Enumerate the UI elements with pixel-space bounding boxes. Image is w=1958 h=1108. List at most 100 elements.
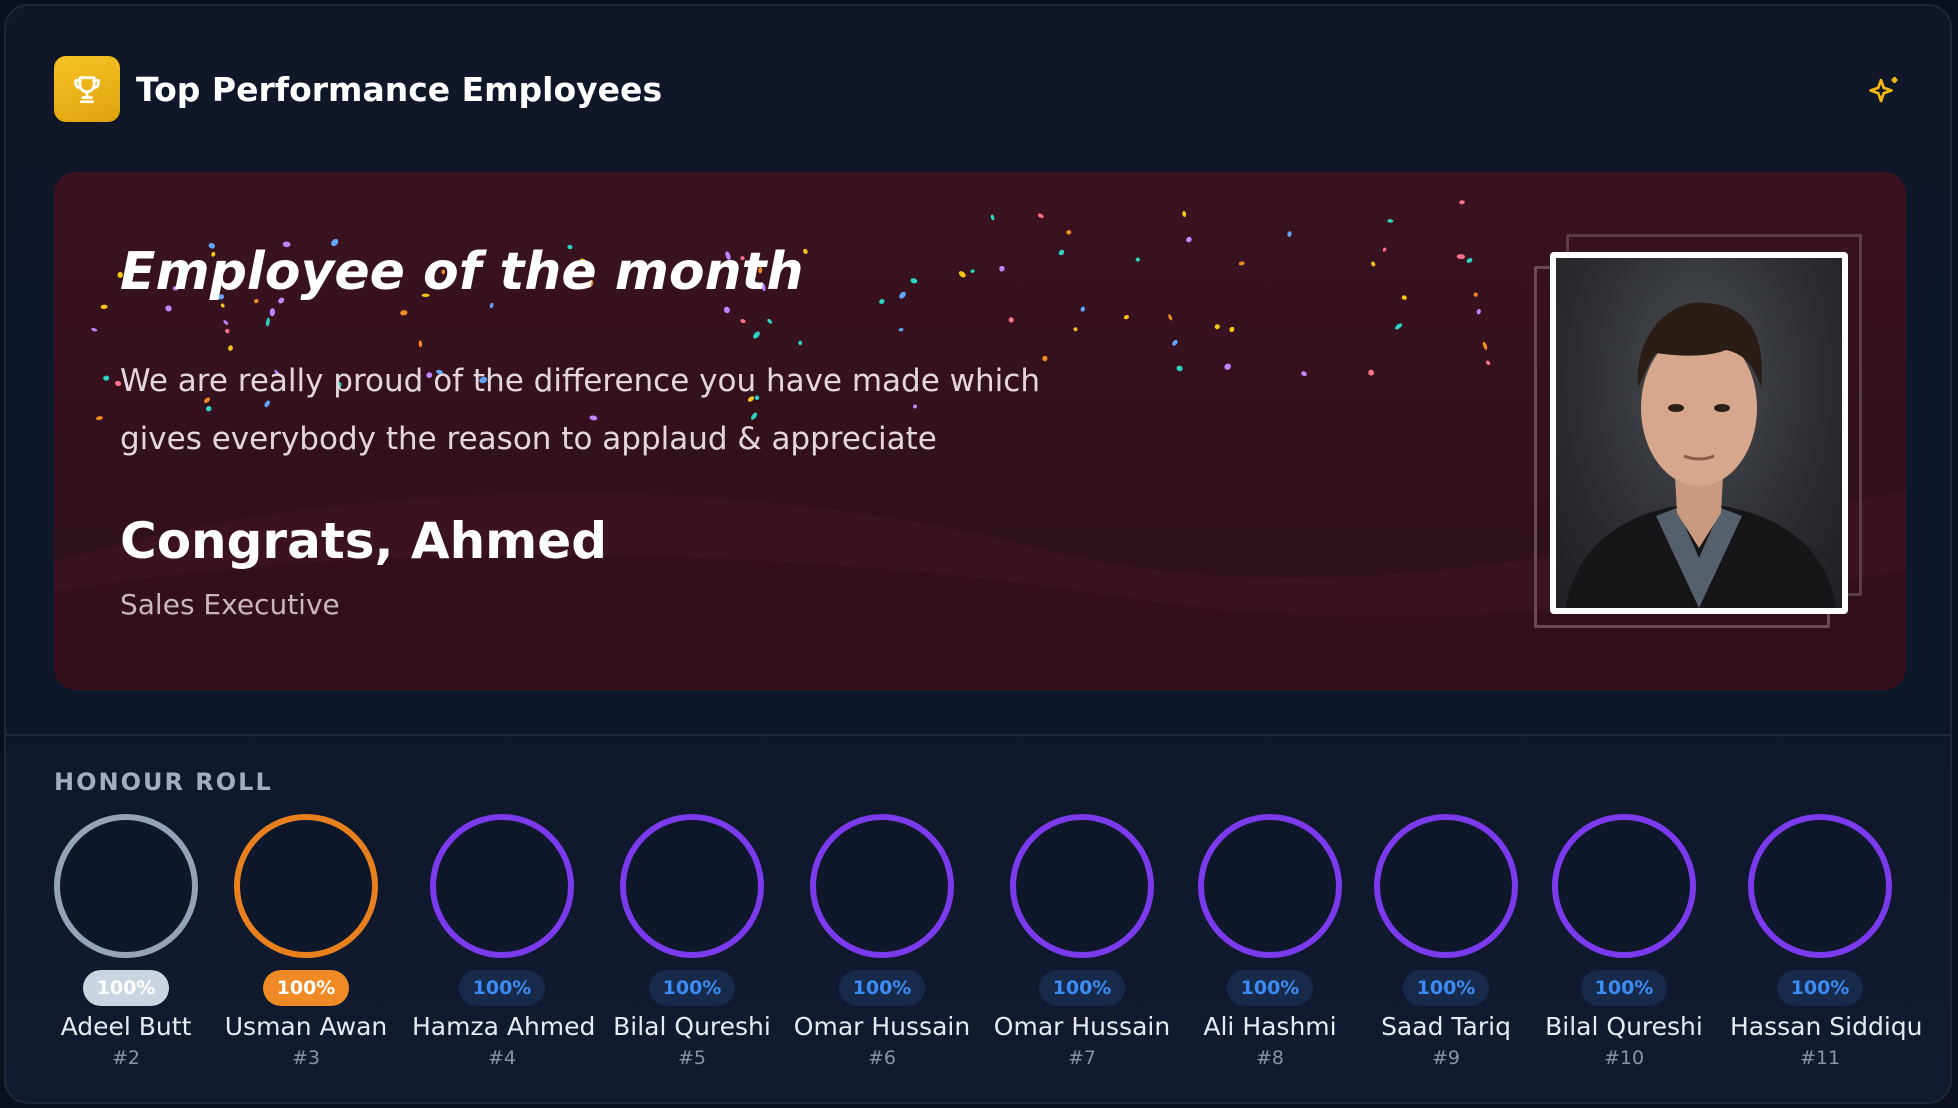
section-divider xyxy=(6,734,1950,736)
confetti-piece xyxy=(269,308,276,317)
avatar-ring[interactable] xyxy=(1374,814,1518,958)
confetti-piece xyxy=(103,375,110,381)
honour-roll-item[interactable]: 100% Bilal Qureshi #10 xyxy=(1534,814,1714,1069)
confetti-piece xyxy=(228,345,233,351)
confetti-piece xyxy=(990,214,995,221)
confetti-piece xyxy=(910,278,918,284)
confetti-piece xyxy=(740,319,746,324)
employee-name: Omar Hussain xyxy=(793,1012,971,1041)
confetti-piece xyxy=(1186,236,1192,243)
confetti-piece xyxy=(91,328,98,332)
sparkles-icon[interactable] xyxy=(1866,74,1902,110)
honour-roll-item[interactable]: 100% Hamza Ahmed #4 xyxy=(412,814,595,1069)
confetti-piece xyxy=(1456,254,1466,260)
confetti-piece xyxy=(1368,369,1375,376)
score-badge: 100% xyxy=(1776,970,1864,1006)
confetti-piece xyxy=(1135,257,1140,262)
avatar-ring[interactable] xyxy=(430,814,574,958)
confetti-piece xyxy=(95,416,103,421)
employee-rank: #7 xyxy=(1067,1047,1096,1069)
employee-name: Saad Tariq xyxy=(1381,1012,1511,1041)
confetti-piece xyxy=(220,303,225,308)
score-badge: 100% xyxy=(838,970,926,1006)
confetti-piece xyxy=(1401,295,1407,300)
employee-rank: #3 xyxy=(291,1047,320,1069)
confetti-piece xyxy=(1482,341,1488,350)
avatar-ring[interactable] xyxy=(1748,814,1892,958)
employee-name: Ali Hashmi xyxy=(1203,1012,1337,1041)
score-badge: 100% xyxy=(262,970,350,1006)
employee-name: Omar Hussain xyxy=(993,1012,1171,1041)
avatar-ring[interactable] xyxy=(810,814,954,958)
honour-roll-item[interactable]: 100% Omar Hussain #6 xyxy=(792,814,972,1069)
congrats-text: Congrats, Ahmed xyxy=(120,512,607,570)
avatar-ring[interactable] xyxy=(1010,814,1154,958)
confetti-piece xyxy=(1229,326,1235,332)
top-performance-card: Top Performance Employees Employee of th… xyxy=(4,4,1952,1104)
confetti-piece xyxy=(1371,261,1376,267)
avatar-ring[interactable] xyxy=(620,814,764,958)
honour-roll-item[interactable]: 100% Usman Awan #3 xyxy=(216,814,396,1069)
score-badge: 100% xyxy=(1226,970,1314,1006)
employee-of-month-banner: Employee of the month We are really prou… xyxy=(54,172,1906,690)
confetti-piece xyxy=(1080,306,1085,312)
employee-rank: #6 xyxy=(867,1047,896,1069)
confetti-piece xyxy=(753,331,760,339)
employee-name: Bilal Qureshi xyxy=(613,1012,771,1041)
score-badge: 100% xyxy=(1038,970,1126,1006)
confetti-piece xyxy=(999,265,1005,272)
confetti-piece xyxy=(798,340,803,346)
employee-rank: #10 xyxy=(1603,1047,1645,1069)
confetti-piece xyxy=(489,302,494,309)
eotm-heading: Employee of the month xyxy=(120,242,804,302)
honour-roll-item[interactable]: 100% Adeel Butt #2 xyxy=(36,814,216,1069)
confetti-piece xyxy=(1066,229,1072,235)
employee-rank: #11 xyxy=(1799,1047,1841,1069)
confetti-piece xyxy=(767,318,773,324)
employee-rank: #2 xyxy=(111,1047,140,1069)
employee-rank: #4 xyxy=(487,1047,516,1069)
score-badge: 100% xyxy=(1580,970,1668,1006)
confetti-piece xyxy=(723,306,730,314)
confetti-piece xyxy=(1214,324,1220,330)
honour-roll-label: HONOUR ROLL xyxy=(54,768,273,796)
avatar-ring[interactable] xyxy=(1198,814,1342,958)
avatar-ring[interactable] xyxy=(54,814,198,958)
card-title: Top Performance Employees xyxy=(136,69,663,109)
confetti-piece xyxy=(1485,360,1491,366)
honour-roll-item[interactable]: 100% Saad Tariq #9 xyxy=(1356,814,1536,1069)
confetti-piece xyxy=(1476,308,1481,315)
score-badge: 100% xyxy=(648,970,736,1006)
honour-roll-item[interactable]: 100% Bilal Qureshi #5 xyxy=(602,814,782,1069)
employee-name: Hassan Siddiqu xyxy=(1730,1012,1923,1041)
confetti-piece xyxy=(1123,314,1130,320)
trophy-icon xyxy=(74,76,100,104)
confetti-piece xyxy=(1459,200,1465,205)
confetti-piece xyxy=(1008,317,1014,323)
honour-roll-item[interactable]: 100% Ali Hashmi #8 xyxy=(1180,814,1360,1069)
confetti-piece xyxy=(1287,231,1292,237)
confetti-piece xyxy=(879,299,885,304)
confetti-piece xyxy=(1473,292,1478,297)
avatar-ring[interactable] xyxy=(1552,814,1696,958)
confetti-piece xyxy=(418,340,423,348)
confetti-piece xyxy=(100,304,108,310)
confetti-piece xyxy=(1168,314,1173,321)
confetti-piece xyxy=(1037,213,1044,219)
employee-role: Sales Executive xyxy=(120,588,340,621)
score-badge: 100% xyxy=(1402,970,1490,1006)
confetti-piece xyxy=(1224,363,1231,370)
confetti-piece xyxy=(1176,365,1183,372)
honour-roll-item[interactable]: 100% Hassan Siddiqu #11 xyxy=(1730,814,1923,1069)
confetti-piece xyxy=(898,328,904,332)
employee-rank: #8 xyxy=(1255,1047,1284,1069)
employee-rank: #5 xyxy=(677,1047,706,1069)
employee-name: Bilal Qureshi xyxy=(1545,1012,1703,1041)
confetti-piece xyxy=(223,320,229,325)
confetti-piece xyxy=(958,271,966,278)
score-badge: 100% xyxy=(458,970,546,1006)
honour-roll-item[interactable]: 100% Omar Hussain #7 xyxy=(992,814,1172,1069)
confetti-piece xyxy=(970,269,975,273)
avatar-ring[interactable] xyxy=(234,814,378,958)
confetti-piece xyxy=(1387,219,1394,223)
